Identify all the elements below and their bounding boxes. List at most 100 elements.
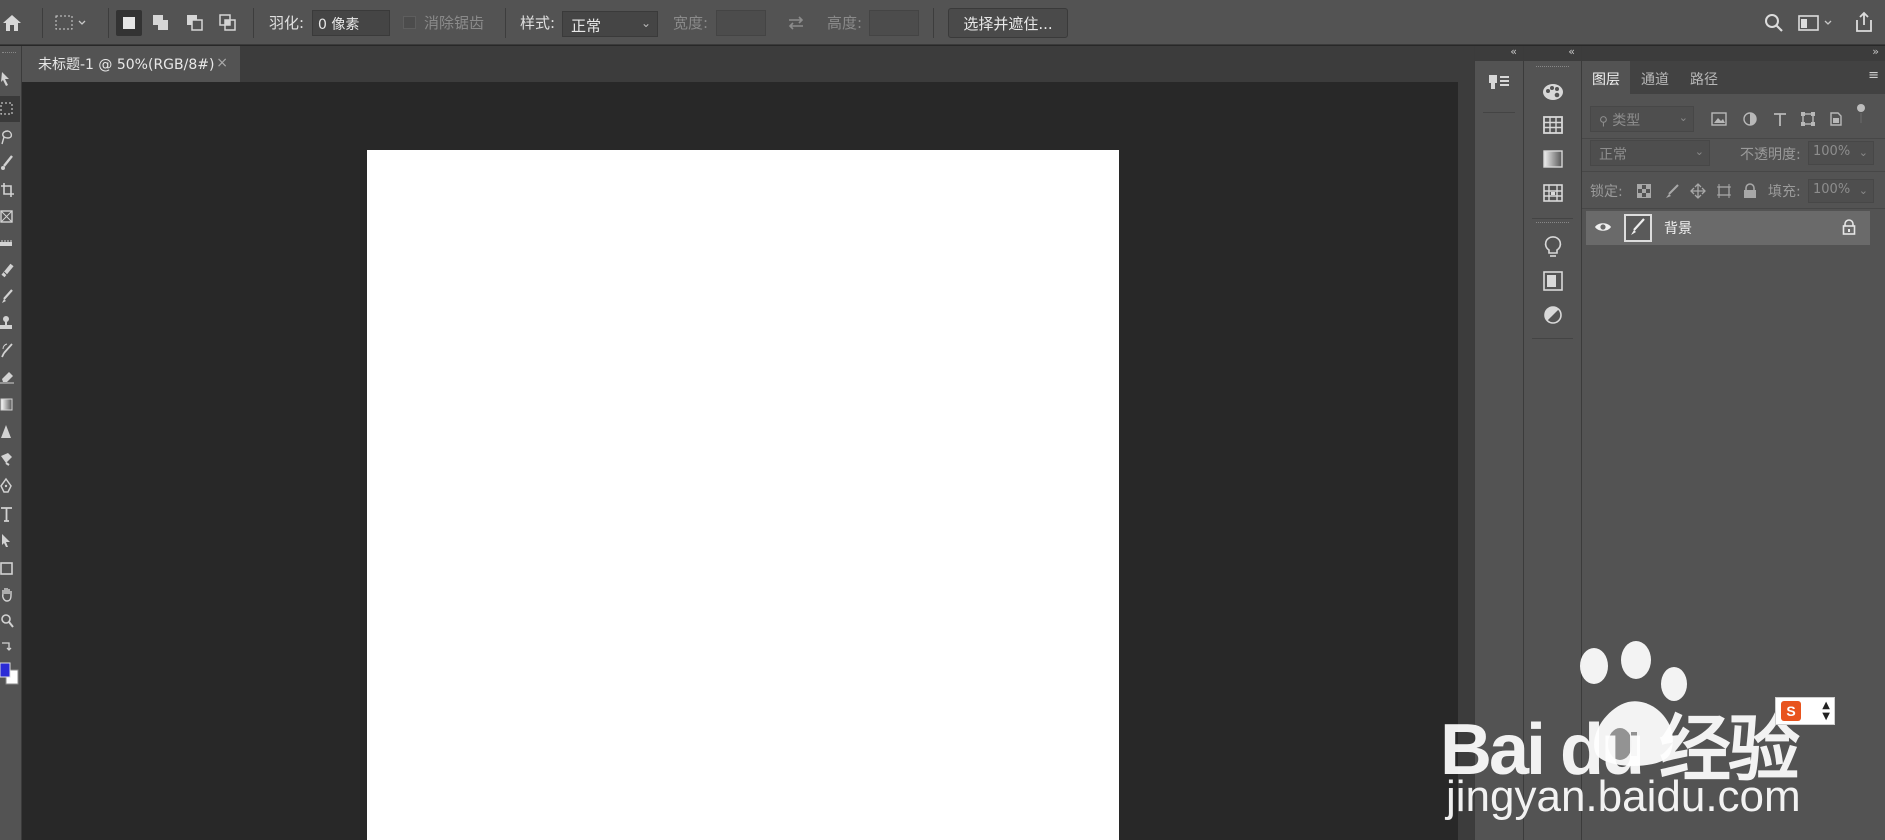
clone-stamp-tool-icon[interactable] bbox=[0, 310, 20, 336]
adjustments-icon[interactable] bbox=[1524, 298, 1581, 332]
canvas-area[interactable] bbox=[22, 82, 1458, 840]
antialias-checkbox[interactable] bbox=[402, 15, 416, 29]
filter-shape-layer-icon[interactable] bbox=[1798, 109, 1818, 129]
frame-tool-icon[interactable] bbox=[0, 204, 20, 230]
blur-tool-icon[interactable] bbox=[0, 420, 20, 446]
subtract-selection-icon[interactable] bbox=[182, 10, 208, 36]
height-label: 高度: bbox=[827, 14, 863, 32]
hand-tool-icon[interactable] bbox=[0, 582, 20, 608]
learn-bulb-icon[interactable] bbox=[1524, 230, 1581, 264]
filter-type-layer-icon[interactable] bbox=[1770, 109, 1790, 129]
lock-all-icon[interactable] bbox=[1740, 181, 1760, 201]
opacity-value: 100% bbox=[1813, 144, 1851, 159]
swap-dimensions-icon[interactable] bbox=[784, 12, 808, 34]
pen-tool-icon[interactable] bbox=[0, 474, 20, 500]
foreground-color-swatch[interactable] bbox=[0, 660, 20, 690]
chevron-down-icon: ⌄ bbox=[1858, 184, 1868, 197]
gradient-tool-icon[interactable] bbox=[0, 392, 20, 418]
dodge-tool-icon[interactable] bbox=[0, 446, 20, 472]
collapse-arrows-icon[interactable]: ›› bbox=[1872, 45, 1879, 58]
fill-label: 填充: bbox=[1768, 184, 1801, 200]
layer-filter-select[interactable]: ⚲ 类型 ⌄ bbox=[1590, 106, 1694, 132]
layer-name: 背景 bbox=[1664, 221, 1692, 237]
move-tool-icon[interactable] bbox=[0, 66, 20, 92]
marquee-tool-icon[interactable] bbox=[0, 96, 20, 122]
visibility-eye-icon[interactable] bbox=[1594, 219, 1612, 239]
height-input[interactable] bbox=[869, 10, 919, 36]
lock-artboard-icon[interactable] bbox=[1714, 181, 1734, 201]
dock-header: ‹‹ bbox=[1475, 45, 1523, 61]
document-tab-title: 未标题-1 @ 50%(RGB/8#) bbox=[38, 57, 215, 73]
document-tab[interactable]: 未标题-1 @ 50%(RGB/8#) × bbox=[22, 46, 240, 82]
search-icon[interactable] bbox=[1762, 12, 1786, 34]
workspace-icon[interactable] bbox=[1796, 12, 1836, 34]
type-tool-icon[interactable] bbox=[0, 502, 20, 528]
feather-input[interactable]: 0 像素 bbox=[312, 10, 390, 36]
filter-adjustment-layer-icon[interactable] bbox=[1740, 109, 1760, 129]
properties-icon[interactable] bbox=[1524, 264, 1581, 298]
tools-panel bbox=[0, 46, 22, 840]
style-select-value: 正常 bbox=[571, 17, 602, 35]
chevron-down-icon: ⌄ bbox=[640, 16, 651, 30]
chevron-down-icon: ⌄ bbox=[1858, 146, 1868, 159]
close-icon[interactable]: × bbox=[216, 55, 228, 71]
crop-tool-icon[interactable] bbox=[0, 178, 20, 204]
brush-tool-icon[interactable] bbox=[0, 284, 20, 310]
separator bbox=[42, 8, 43, 38]
separator bbox=[933, 8, 934, 38]
tab-layers[interactable]: 图层 bbox=[1582, 61, 1630, 94]
opacity-input[interactable]: 100% ⌄ bbox=[1808, 141, 1874, 165]
filter-smart-object-icon[interactable] bbox=[1826, 109, 1846, 129]
lock-image-icon[interactable] bbox=[1662, 181, 1682, 201]
intersect-selection-icon[interactable] bbox=[215, 10, 241, 36]
panel-tabs: 图层 通道 路径 ≡ bbox=[1582, 61, 1885, 94]
patterns-icon[interactable] bbox=[1524, 176, 1581, 210]
collapse-arrows-icon[interactable]: ‹‹ bbox=[1568, 45, 1575, 58]
eyedropper-tool-icon[interactable] bbox=[0, 232, 20, 258]
libraries-icon[interactable] bbox=[1475, 66, 1523, 100]
rectangle-tool-icon[interactable] bbox=[0, 556, 20, 582]
marquee-preset-icon[interactable] bbox=[50, 11, 90, 35]
panel-grip bbox=[2, 52, 16, 55]
lock-label: 锁定: bbox=[1590, 184, 1623, 200]
eraser-tool-icon[interactable] bbox=[0, 364, 20, 390]
new-selection-icon[interactable] bbox=[116, 10, 142, 36]
width-input[interactable] bbox=[716, 10, 766, 36]
path-select-tool-icon[interactable] bbox=[0, 528, 20, 554]
style-select[interactable]: 正常 ⌄ bbox=[562, 11, 658, 37]
dock-header: ‹‹ bbox=[1524, 45, 1581, 61]
panel-menu-icon[interactable]: ≡ bbox=[1868, 68, 1879, 83]
select-and-mask-button[interactable]: 选择并遮住... bbox=[948, 8, 1068, 38]
swap-colors-icon[interactable] bbox=[0, 636, 20, 662]
lock-transparent-icon[interactable] bbox=[1634, 181, 1654, 201]
tab-channels[interactable]: 通道 bbox=[1631, 61, 1679, 94]
lock-position-icon[interactable] bbox=[1688, 181, 1708, 201]
separator bbox=[1582, 208, 1885, 209]
lasso-tool-icon[interactable] bbox=[0, 124, 20, 150]
healing-brush-tool-icon[interactable] bbox=[0, 258, 20, 284]
swatches-grid-icon[interactable] bbox=[1524, 108, 1581, 142]
color-palette-icon[interactable] bbox=[1524, 74, 1581, 108]
layer-lock-icon[interactable] bbox=[1842, 219, 1856, 239]
layer-row-background[interactable]: 背景 bbox=[1586, 211, 1870, 245]
separator bbox=[1582, 171, 1885, 172]
zoom-tool-icon[interactable] bbox=[0, 608, 20, 634]
collapse-arrows-icon[interactable]: ‹‹ bbox=[1510, 45, 1517, 58]
add-selection-icon[interactable] bbox=[148, 10, 174, 36]
share-icon[interactable] bbox=[1852, 10, 1876, 34]
options-bar: 羽化: 0 像素 消除锯齿 样式: 正常 ⌄ 宽度: 高度: 选择并遮住... bbox=[0, 0, 1885, 45]
tab-paths[interactable]: 路径 bbox=[1680, 61, 1728, 94]
blend-mode-select[interactable]: 正常 ⌄ bbox=[1590, 140, 1710, 166]
quick-select-tool-icon[interactable] bbox=[0, 150, 20, 176]
fill-input[interactable]: 100% ⌄ bbox=[1808, 179, 1874, 203]
gradients-icon[interactable] bbox=[1524, 142, 1581, 176]
panel-grip bbox=[1536, 66, 1569, 69]
home-icon[interactable] bbox=[0, 10, 24, 36]
filter-toggle-icon[interactable] bbox=[1854, 104, 1868, 124]
layer-filter-value: 类型 bbox=[1612, 113, 1641, 129]
document-canvas[interactable] bbox=[367, 150, 1119, 840]
history-brush-tool-icon[interactable] bbox=[0, 338, 20, 364]
chevron-down-icon: ⌄ bbox=[1694, 145, 1704, 158]
filter-pixel-layer-icon[interactable] bbox=[1709, 109, 1729, 129]
ime-badge[interactable]: S ▲ ▼ bbox=[1775, 697, 1835, 725]
